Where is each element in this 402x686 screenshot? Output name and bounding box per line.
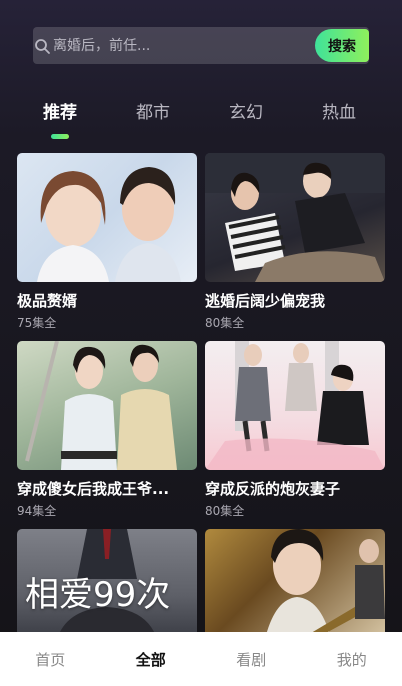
- drama-card[interactable]: 逃婚后阔少偏宠我 80集全: [205, 153, 385, 331]
- drama-poster: [17, 341, 197, 470]
- drama-title: 穿成傻女后我成王爷...: [17, 480, 170, 498]
- search-icon: [33, 37, 51, 55]
- search-bar: 搜索: [33, 27, 369, 64]
- drama-episode-count: 94集全: [17, 504, 57, 518]
- tab-action[interactable]: 热血: [309, 98, 369, 123]
- nav-profile[interactable]: 我的: [302, 649, 402, 670]
- drama-episode-count: 75集全: [17, 316, 57, 330]
- drama-card[interactable]: 穿成反派的炮灰妻子 80集全: [205, 341, 385, 519]
- nav-all[interactable]: 全部: [101, 649, 202, 670]
- drama-card[interactable]: [205, 529, 385, 639]
- drama-poster: 相爱99次: [17, 529, 197, 639]
- drama-title: 穿成反派的炮灰妻子: [205, 480, 341, 498]
- search-button[interactable]: 搜索: [315, 29, 369, 62]
- drama-episode-count: 80集全: [205, 504, 245, 518]
- tab-recommended[interactable]: 推荐: [30, 98, 90, 123]
- category-tabs: 推荐 都市 玄幻 热血: [0, 98, 402, 138]
- active-tab-indicator: [51, 134, 69, 139]
- poster-title-text: 相爱99次: [25, 575, 171, 615]
- drama-episode-count: 80集全: [205, 316, 245, 330]
- bottom-nav: 首页 全部 看剧 我的: [0, 632, 402, 686]
- nav-watch[interactable]: 看剧: [201, 649, 302, 670]
- drama-poster: [205, 341, 385, 470]
- drama-poster: [205, 529, 385, 639]
- nav-home[interactable]: 首页: [0, 649, 101, 670]
- drama-title: 极品赘婿: [17, 292, 78, 310]
- tab-fantasy[interactable]: 玄幻: [216, 98, 276, 123]
- tab-urban[interactable]: 都市: [123, 98, 183, 123]
- drama-card[interactable]: 极品赘婿 75集全: [17, 153, 197, 331]
- drama-card[interactable]: 穿成傻女后我成王爷... 94集全: [17, 341, 197, 519]
- search-input[interactable]: [53, 33, 293, 59]
- drama-poster: [17, 153, 197, 282]
- drama-title: 逃婚后阔少偏宠我: [205, 292, 326, 310]
- drama-poster: [205, 153, 385, 282]
- drama-card[interactable]: 相爱99次: [17, 529, 197, 639]
